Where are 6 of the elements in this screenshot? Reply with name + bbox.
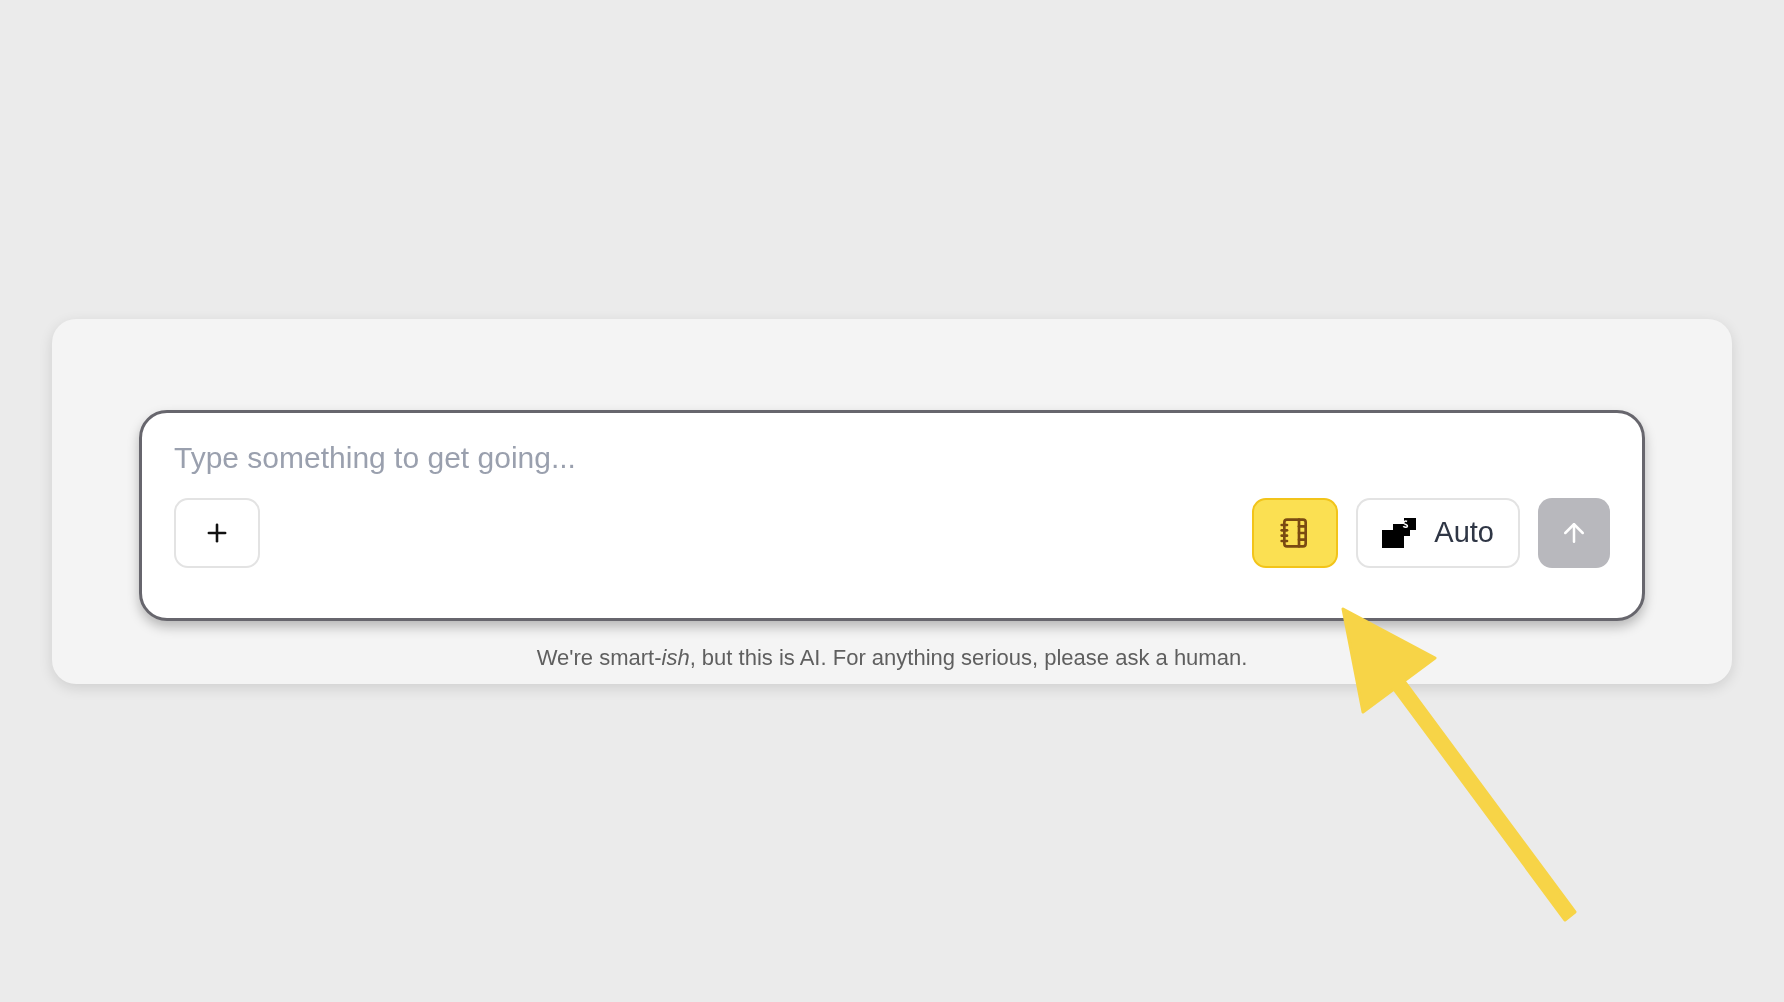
notebook-button[interactable] (1252, 498, 1339, 568)
stairs-logo-icon (1382, 518, 1417, 548)
disclaimer-text: We're smart-ish, but this is AI. For anything serious, please ask a human. (535, 644, 1249, 672)
add-button[interactable] (174, 498, 260, 568)
model-button[interactable]: Auto (1356, 498, 1520, 568)
message-field[interactable]: Type something to get going... (174, 435, 1610, 481)
